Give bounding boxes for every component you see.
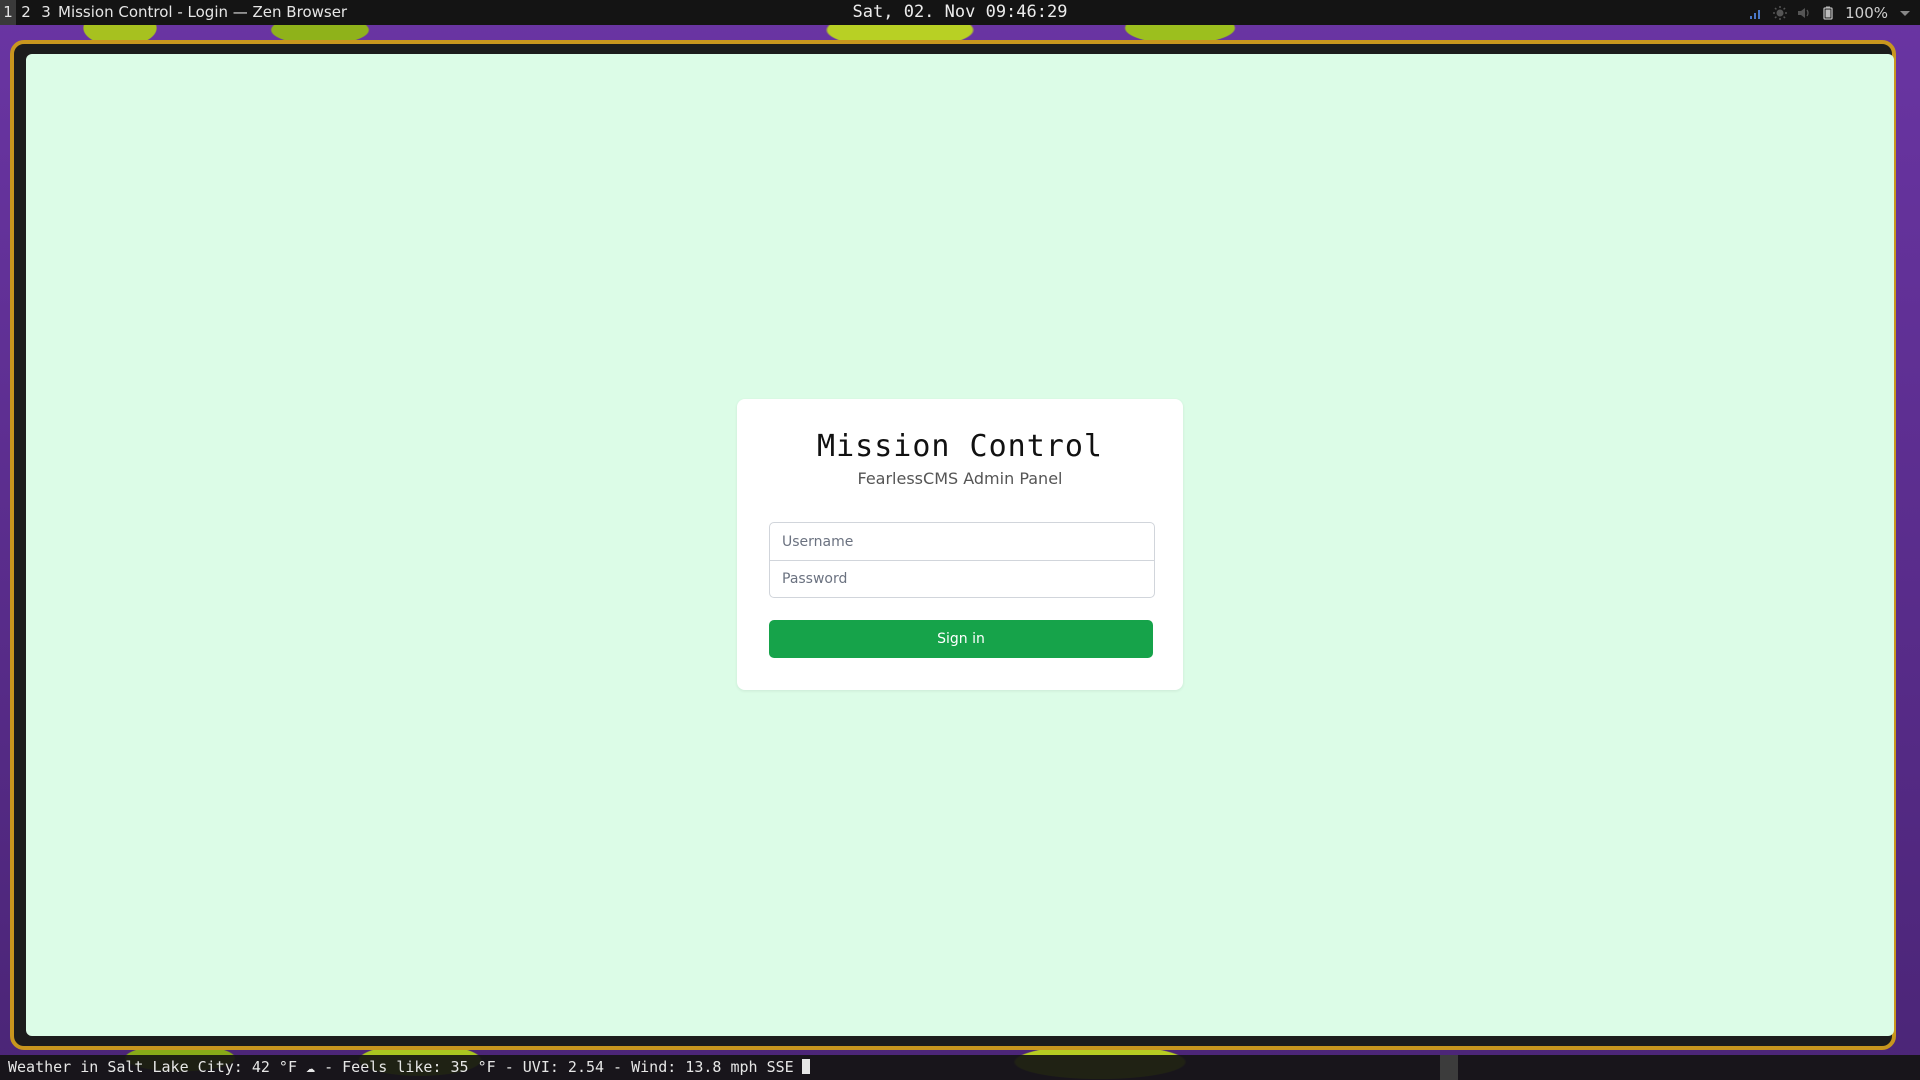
page-subtitle: FearlessCMS Admin Panel	[857, 469, 1063, 488]
username-input[interactable]	[770, 523, 1154, 560]
credentials-group	[769, 522, 1155, 598]
signal-icon[interactable]	[1749, 6, 1763, 20]
workspace-1[interactable]: 1	[0, 0, 16, 25]
window-title: Mission Control - Login — Zen Browser	[58, 3, 348, 21]
system-tray: 100%	[1749, 0, 1912, 25]
brightness-icon[interactable]	[1773, 5, 1788, 20]
weather-text: Weather in Salt Lake City: 42 °F ☁ - Fee…	[8, 1058, 794, 1076]
weather-status: Weather in Salt Lake City: 42 °F ☁ - Fee…	[8, 1055, 810, 1080]
text-cursor	[801, 1059, 810, 1074]
bar-divider	[1440, 1055, 1458, 1080]
page-title: Mission Control	[817, 429, 1103, 464]
sign-in-button[interactable]: Sign in	[769, 620, 1153, 658]
login-card: Mission Control FearlessCMS Admin Panel …	[737, 399, 1183, 690]
volume-icon[interactable]	[1797, 6, 1811, 20]
bottom-status-bar: Weather in Salt Lake City: 42 °F ☁ - Fee…	[0, 1055, 1920, 1080]
chevron-down-icon[interactable]	[1898, 6, 1912, 20]
battery-icon[interactable]	[1821, 6, 1835, 20]
clock: Sat, 02. Nov 09:46:29	[852, 2, 1068, 22]
top-status-bar: 1 2 3 Mission Control - Login — Zen Brow…	[0, 0, 1920, 25]
password-input[interactable]	[770, 560, 1154, 597]
workspace-2[interactable]: 2	[18, 0, 34, 25]
workspace-3[interactable]: 3	[38, 0, 54, 25]
battery-percentage: 100%	[1845, 3, 1888, 22]
login-page: Mission Control FearlessCMS Admin Panel …	[26, 54, 1894, 1036]
